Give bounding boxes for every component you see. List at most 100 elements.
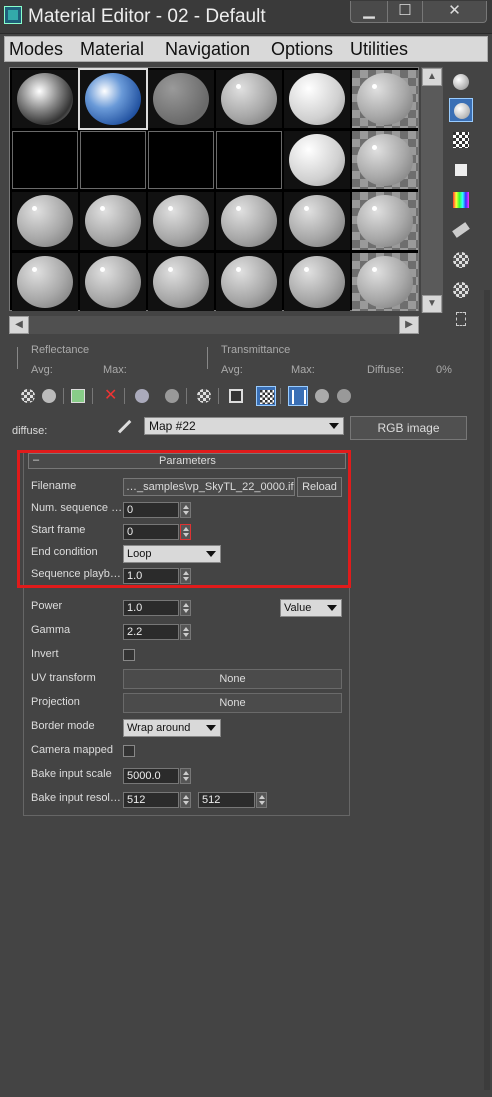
backlight-button[interactable]: [449, 98, 473, 122]
material-slot[interactable]: [12, 192, 78, 250]
menu-modes[interactable]: Modes: [9, 39, 63, 60]
material-slot[interactable]: [216, 70, 282, 128]
transmittance-avg-label: Avg:: [221, 364, 243, 376]
material-slot[interactable]: [216, 131, 282, 189]
camera-mapped-checkbox[interactable]: [123, 745, 135, 757]
border-mode-dropdown[interactable]: Wrap around: [123, 719, 221, 737]
material-slot[interactable]: [148, 192, 214, 250]
chevron-down-icon[interactable]: [327, 419, 341, 433]
material-slot[interactable]: [148, 70, 214, 128]
num-sequence-input[interactable]: 0: [123, 502, 179, 518]
bake-input-scale-label: Bake input scale: [31, 768, 112, 780]
panel-scrollbar[interactable]: [484, 290, 490, 1090]
material-slot[interactable]: [78, 68, 148, 130]
material-slot[interactable]: [216, 253, 282, 311]
end-condition-dropdown[interactable]: Loop: [123, 545, 221, 563]
make-unique-button[interactable]: [132, 386, 152, 406]
menu-material[interactable]: Material: [80, 39, 144, 60]
material-slot[interactable]: [284, 70, 350, 128]
map-name-field[interactable]: Map #22: [144, 417, 344, 435]
menu-options[interactable]: Options: [271, 39, 333, 60]
slots-horizontal-scrollbar[interactable]: ◀ ▶: [9, 316, 419, 334]
map-type-button[interactable]: RGB image: [350, 416, 467, 440]
sphere-icon: [453, 74, 469, 90]
bake-input-scale-input[interactable]: 5000.0: [123, 768, 179, 784]
scroll-up-icon[interactable]: ▲: [422, 68, 442, 86]
start-frame-spinner[interactable]: [180, 524, 191, 540]
sequence-playback-input[interactable]: 1.0: [123, 568, 179, 584]
options-button[interactable]: [449, 248, 473, 272]
slots-vertical-scrollbar[interactable]: ▲ ▼: [421, 67, 443, 313]
power-spinner[interactable]: [180, 600, 191, 616]
maximize-button[interactable]: ☐: [387, 1, 423, 23]
gamma-spinner[interactable]: [180, 624, 191, 640]
filename-label: Filename: [31, 480, 77, 492]
menu-navigation[interactable]: Navigation: [165, 39, 250, 60]
uv-transform-label: UV transform: [31, 672, 96, 684]
material-id-channel-button[interactable]: [194, 386, 214, 406]
invert-label: Invert: [31, 648, 59, 660]
power-mode-dropdown[interactable]: Value: [280, 599, 342, 617]
make-preview-button[interactable]: [449, 218, 473, 242]
put-to-library-button[interactable]: [162, 386, 182, 406]
put-to-library-icon: [165, 389, 179, 403]
eyedropper-button[interactable]: [114, 416, 137, 439]
close-button[interactable]: ✕: [422, 1, 487, 23]
pick-from-object-button[interactable]: [334, 386, 354, 406]
assign-to-selection-button[interactable]: [68, 386, 88, 406]
power-input[interactable]: 1.0: [123, 600, 179, 616]
filename-field[interactable]: …_samples\vp_SkyTL_22_0000.ifl: [123, 478, 295, 496]
bake-resolution-y-spinner[interactable]: [256, 792, 267, 808]
get-material-icon: [21, 389, 35, 403]
num-sequence-spinner[interactable]: [180, 502, 191, 518]
menu-utilities[interactable]: Utilities: [350, 39, 408, 60]
sequence-playback-spinner[interactable]: [180, 568, 191, 584]
material-slot[interactable]: [352, 253, 418, 311]
start-frame-input[interactable]: 0: [123, 524, 179, 540]
reload-button[interactable]: Reload: [297, 477, 342, 497]
scroll-right-icon[interactable]: ▶: [399, 316, 419, 334]
material-slot[interactable]: [352, 192, 418, 250]
sample-type-button[interactable]: [449, 70, 473, 94]
gamma-input[interactable]: 2.2: [123, 624, 179, 640]
material-slot[interactable]: [80, 253, 146, 311]
projection-button[interactable]: None: [123, 693, 342, 713]
go-forward-sibling-button[interactable]: [312, 386, 332, 406]
material-slot[interactable]: [148, 131, 214, 189]
material-slot[interactable]: [148, 253, 214, 311]
material-slot[interactable]: [12, 131, 78, 189]
material-slot[interactable]: [80, 192, 146, 250]
video-color-check-button[interactable]: [449, 188, 473, 212]
reset-map-button[interactable]: ✕: [100, 386, 120, 406]
material-slot[interactable]: [352, 131, 418, 189]
window-title: Material Editor - 02 - Default: [28, 6, 266, 27]
bake-resolution-x-input[interactable]: 512: [123, 792, 179, 808]
sample-uv-tiling-button[interactable]: [449, 158, 473, 182]
material-slot[interactable]: [284, 131, 350, 189]
bake-input-scale-spinner[interactable]: [180, 768, 191, 784]
material-slot[interactable]: [80, 131, 146, 189]
material-slot[interactable]: [216, 192, 282, 250]
minimize-button[interactable]: ▁: [350, 1, 388, 23]
invert-checkbox[interactable]: [123, 649, 135, 661]
material-slot[interactable]: [352, 70, 418, 128]
material-navigator-button[interactable]: [449, 308, 473, 332]
uv-transform-button[interactable]: None: [123, 669, 342, 689]
scroll-down-icon[interactable]: ▼: [422, 295, 442, 313]
material-slot[interactable]: [12, 70, 78, 128]
select-by-material-button[interactable]: [449, 278, 473, 302]
diffuse-map-label: diffuse:: [12, 425, 48, 437]
background-button[interactable]: [449, 128, 473, 152]
show-end-result-button[interactable]: [256, 386, 276, 406]
material-slot[interactable]: [12, 253, 78, 311]
material-slot[interactable]: [284, 192, 350, 250]
power-mode-value: Value: [284, 602, 312, 614]
scroll-left-icon[interactable]: ◀: [9, 316, 29, 334]
bake-resolution-y-input[interactable]: 512: [198, 792, 255, 808]
show-shaded-map-button[interactable]: [226, 386, 246, 406]
go-to-parent-button[interactable]: [288, 386, 308, 406]
get-material-button[interactable]: [18, 386, 38, 406]
material-slot[interactable]: [284, 253, 350, 311]
put-to-scene-button[interactable]: [39, 386, 59, 406]
bake-resolution-x-spinner[interactable]: [180, 792, 191, 808]
